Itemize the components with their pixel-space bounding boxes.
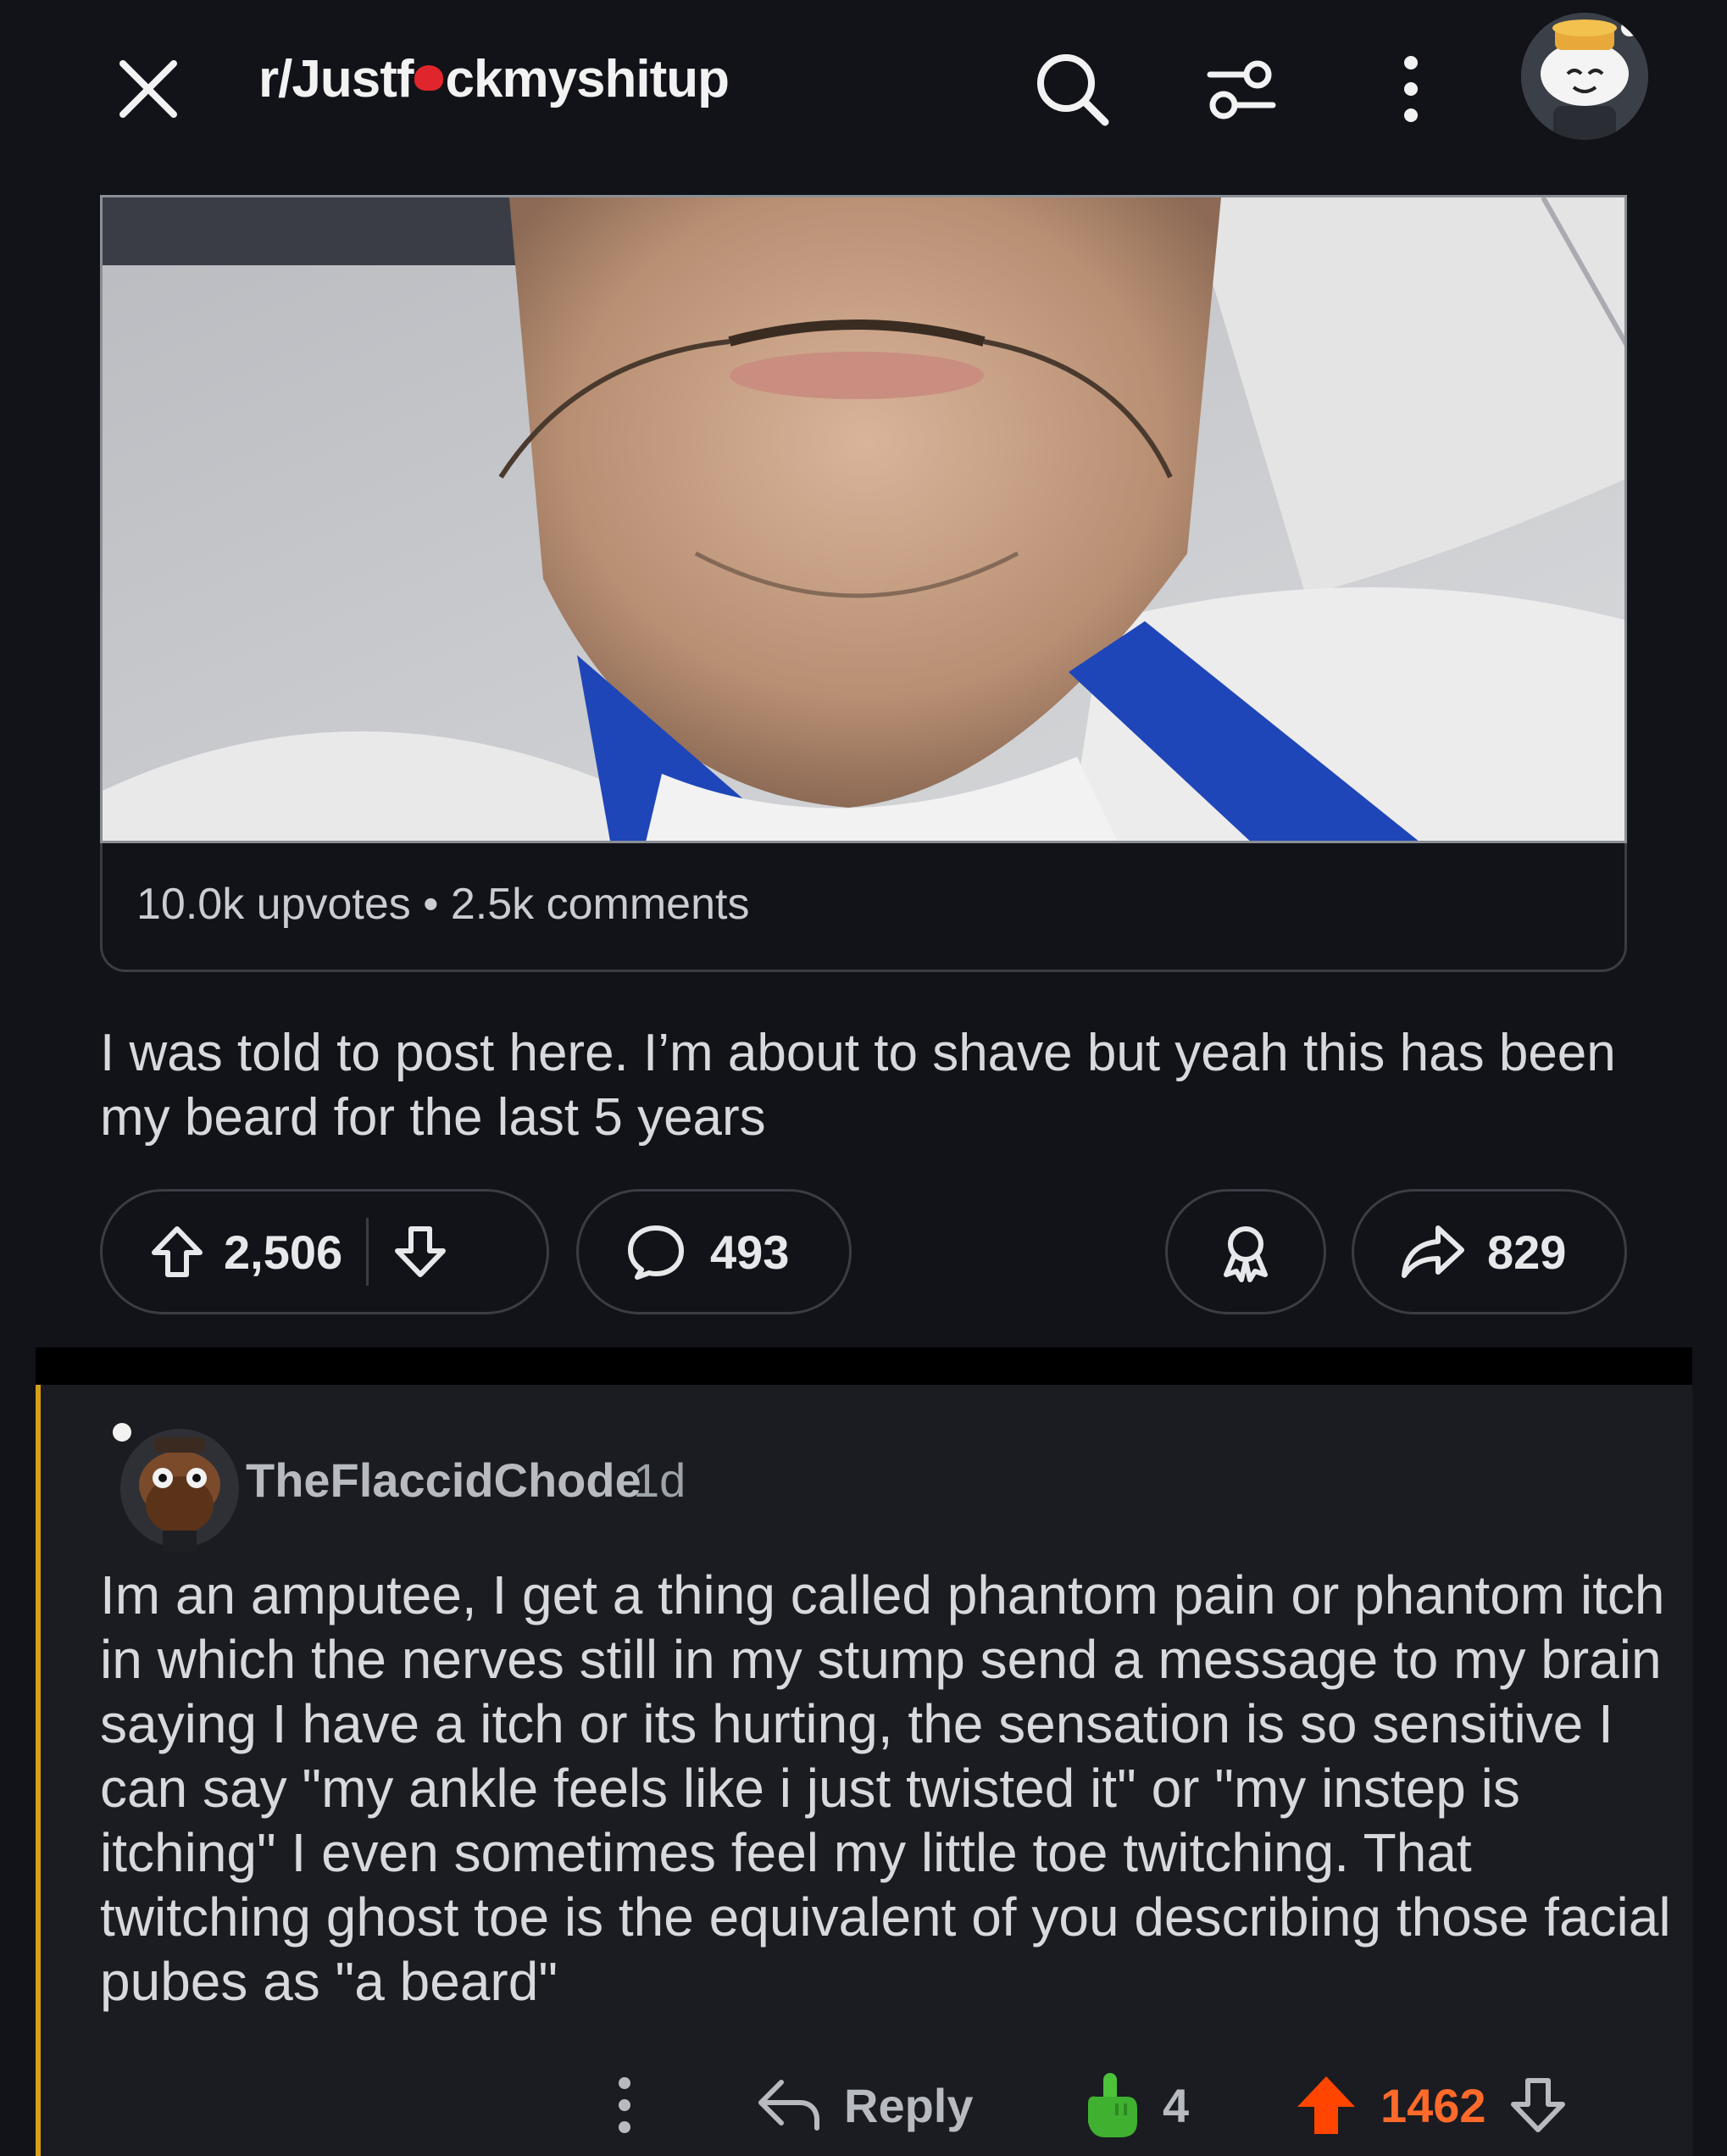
- downvote-icon[interactable]: [392, 1224, 448, 1280]
- commenter-avatar[interactable]: [103, 1403, 256, 1556]
- share-count: 829: [1487, 1225, 1567, 1279]
- vote-pill: 2,506: [100, 1189, 549, 1314]
- award-icon: [1224, 1226, 1268, 1282]
- reply-icon: [758, 2080, 819, 2131]
- more-icon: [1404, 56, 1418, 122]
- subreddit-name-part1: r/Justf: [258, 50, 414, 108]
- post-stats: 10.0k upvotes • 2.5k comments: [136, 880, 750, 929]
- comment: TheFlaccidChode 1d Im an amputee, I get …: [36, 1385, 1692, 2156]
- subreddit-title[interactable]: r/Justf ckmyshitup: [258, 49, 730, 109]
- thread-line[interactable]: [36, 1385, 41, 2156]
- comment-body: Im an amputee, I get a thing called phan…: [100, 1564, 1671, 2012]
- comment-actions: Reply 4 1462: [36, 2063, 1692, 2148]
- comment-more-button[interactable]: [612, 2063, 637, 2148]
- upvote-icon[interactable]: [149, 1224, 205, 1280]
- search-button[interactable]: [1030, 47, 1114, 131]
- comment-vote: 1462: [1294, 2063, 1568, 2148]
- snoo-avatar-icon: [1521, 13, 1648, 140]
- more-options-button[interactable]: [1369, 47, 1453, 131]
- redacted-mark-icon: [414, 64, 444, 91]
- section-divider: [36, 1348, 1692, 1385]
- post-photo: [103, 197, 1624, 841]
- post-meta-box: 10.0k upvotes • 2.5k comments: [100, 843, 1627, 972]
- post-body: I was told to post here. I’m about to sh…: [100, 1024, 1616, 1147]
- reply-button[interactable]: Reply: [756, 2063, 974, 2148]
- search-icon: [1037, 54, 1109, 126]
- comment-count: 493: [710, 1225, 790, 1279]
- comment-timestamp: 1d: [633, 1453, 686, 1507]
- more-icon: [619, 2077, 630, 2133]
- downvote-icon[interactable]: [1508, 2075, 1568, 2135]
- post-upvote-count: 2,506: [224, 1225, 343, 1279]
- filter-icon: [1207, 60, 1276, 119]
- vote-divider: [366, 1218, 369, 1286]
- reply-label: Reply: [844, 2078, 974, 2132]
- top-bar: r/Justf ckmyshitup: [0, 0, 1727, 178]
- share-icon: [1402, 1225, 1464, 1278]
- close-icon: [119, 60, 177, 118]
- award-count: 4: [1163, 2078, 1190, 2132]
- filter-button[interactable]: [1199, 47, 1284, 131]
- comment-bubble-icon: [628, 1225, 684, 1280]
- user-avatar[interactable]: [1521, 13, 1648, 140]
- share-button[interactable]: 829: [1352, 1189, 1627, 1314]
- award-button[interactable]: [1165, 1189, 1326, 1314]
- comment-username[interactable]: TheFlaccidChode: [246, 1453, 641, 1508]
- comment-vote-count: 1462: [1380, 2078, 1486, 2132]
- pointing-hand-icon: [1088, 2073, 1137, 2137]
- comments-button[interactable]: 493: [576, 1189, 852, 1314]
- subreddit-name-part2: ckmyshitup: [445, 50, 730, 108]
- close-button[interactable]: [110, 51, 186, 127]
- upvote-filled-icon[interactable]: [1294, 2073, 1358, 2137]
- snoo-avatar-icon: [113, 1423, 239, 1553]
- post-image[interactable]: [100, 195, 1627, 843]
- award-indicator[interactable]: 4: [1076, 2063, 1189, 2148]
